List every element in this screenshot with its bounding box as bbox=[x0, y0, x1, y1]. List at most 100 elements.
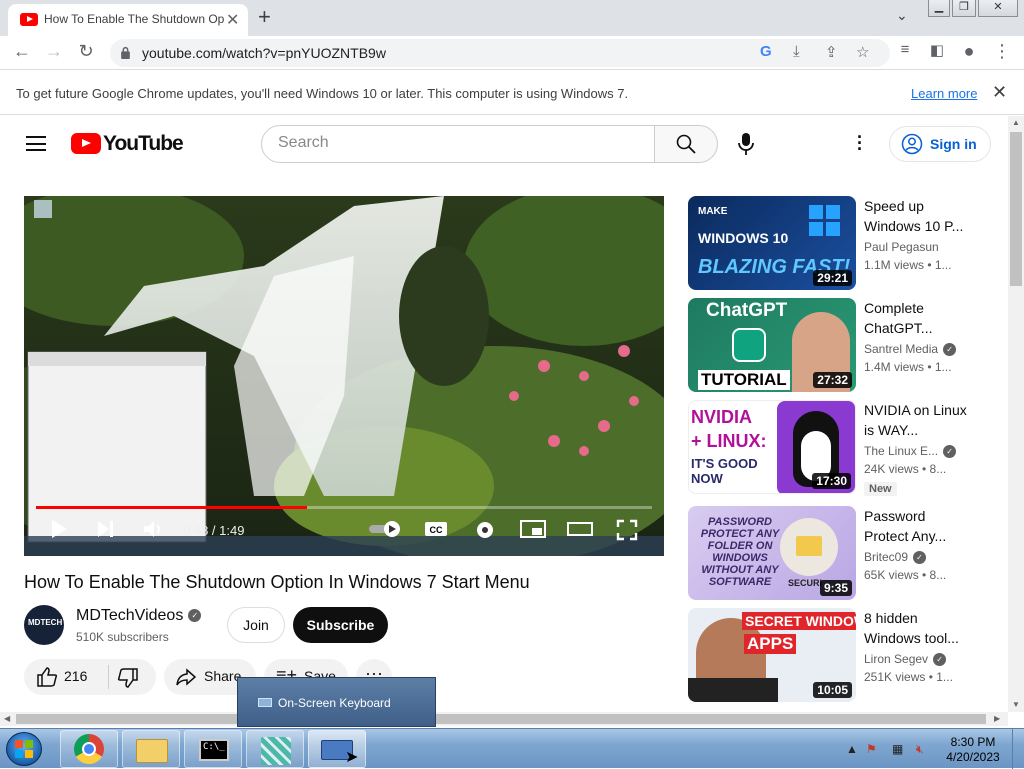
system-clock[interactable]: 8:30 PM 4/20/2023 bbox=[942, 735, 1004, 765]
reload-icon[interactable]: ↻ bbox=[74, 41, 98, 62]
recommended-channel[interactable]: The Linux E... ✓ bbox=[864, 444, 957, 459]
recommended-channel[interactable]: Britec09 ✓ bbox=[864, 550, 927, 565]
scroll-right-arrow-icon[interactable]: ▶ bbox=[994, 714, 1000, 723]
video-thumbnail[interactable]: MAKE WINDOWS 10 BLAZING FAST! 29:21 bbox=[688, 196, 856, 290]
duration-badge: 17:30 bbox=[812, 473, 851, 489]
video-thumbnail[interactable]: NVIDIA + LINUX: IT'S GOOD NOW 17:30 bbox=[688, 400, 856, 494]
osk-label: On-Screen Keyboard bbox=[278, 696, 391, 710]
duration-badge: 9:35 bbox=[819, 580, 852, 596]
recommended-title[interactable]: Complete ChatGPT... bbox=[864, 298, 968, 338]
tab-search-chevron-icon[interactable]: ⌄ bbox=[896, 7, 908, 24]
recommended-title[interactable]: Speed up Windows 10 P... bbox=[864, 196, 968, 236]
settings-kebab-icon[interactable]: · · · bbox=[853, 128, 867, 158]
recommended-video[interactable]: SECRET WINDOWS APPS 10:05 8 hidden Windo… bbox=[688, 608, 998, 702]
vertical-scrollbar[interactable]: ▲ ▼ bbox=[1008, 116, 1024, 712]
video-thumbnail[interactable]: PASSWORD PROTECT ANY FOLDER ON WINDOWS W… bbox=[688, 506, 856, 600]
duration-badge: 10:05 bbox=[813, 682, 852, 698]
recommended-title[interactable]: NVIDIA on Linux is WAY... bbox=[864, 400, 968, 440]
restore-window-button[interactable]: ❐ bbox=[952, 0, 976, 17]
horizontal-scrollbar[interactable]: ◀ ▶ bbox=[0, 712, 1008, 726]
progress-bar[interactable] bbox=[36, 506, 652, 509]
side-panel-icon[interactable]: ◧ bbox=[925, 41, 949, 59]
search-input[interactable] bbox=[278, 134, 638, 152]
show-desktop-button[interactable] bbox=[1012, 729, 1024, 769]
install-app-icon[interactable]: ⤓ bbox=[793, 43, 800, 60]
subscribe-button[interactable]: Subscribe bbox=[293, 607, 388, 643]
theater-mode-icon[interactable] bbox=[567, 519, 593, 539]
play-icon[interactable] bbox=[50, 519, 68, 539]
recommended-meta: 65K views • 8... bbox=[864, 568, 947, 582]
hamburger-menu-icon[interactable] bbox=[26, 136, 46, 151]
dislike-icon[interactable] bbox=[117, 667, 139, 689]
tab-close-icon[interactable]: ✕ bbox=[226, 10, 239, 30]
recommended-video[interactable]: NVIDIA + LINUX: IT'S GOOD NOW 17:30 NVID… bbox=[688, 400, 998, 496]
next-video-icon[interactable] bbox=[96, 519, 116, 539]
join-button[interactable]: Join bbox=[227, 607, 285, 643]
action-center-flag-icon[interactable]: ⚑ bbox=[866, 742, 877, 756]
search-button[interactable] bbox=[654, 125, 718, 163]
media-controls-icon[interactable]: ≡ bbox=[893, 41, 917, 58]
recommended-channel[interactable]: Santrel Media ✓ bbox=[864, 342, 957, 357]
scroll-left-arrow-icon[interactable]: ◀ bbox=[4, 714, 10, 723]
share-arrow-icon bbox=[176, 668, 197, 686]
volume-muted-icon[interactable]: 🔇︎ bbox=[916, 742, 924, 757]
minimize-window-button[interactable]: ▁ bbox=[928, 0, 950, 17]
sign-in-button[interactable]: Sign in bbox=[889, 126, 991, 162]
channel-avatar[interactable]: MDTECH bbox=[24, 605, 64, 645]
scroll-down-arrow-icon[interactable]: ▼ bbox=[1012, 700, 1020, 709]
video-title: How To Enable The Shutdown Option In Win… bbox=[24, 572, 530, 592]
vertical-scroll-thumb[interactable] bbox=[1010, 132, 1022, 286]
thumbnail-text: ChatGPT bbox=[706, 300, 788, 321]
microphone-icon[interactable] bbox=[735, 132, 757, 156]
recommended-channel[interactable]: Paul Pegasun bbox=[864, 240, 939, 254]
video-thumbnail[interactable]: SECRET WINDOWS APPS 10:05 bbox=[688, 608, 856, 702]
recommended-channel[interactable]: Liron Segev ✓ bbox=[864, 652, 947, 667]
youtube-logo-icon[interactable] bbox=[71, 133, 101, 154]
miniplayer-icon[interactable] bbox=[520, 519, 546, 539]
autoplay-toggle-icon[interactable] bbox=[368, 519, 402, 539]
start-button[interactable] bbox=[6, 732, 42, 766]
video-player[interactable]: 0:48 / 1:49 CC bbox=[24, 196, 664, 556]
scroll-up-arrow-icon[interactable]: ▲ bbox=[1012, 118, 1020, 127]
settings-gear-icon[interactable] bbox=[474, 519, 496, 541]
chrome-menu-icon[interactable]: ⋮ bbox=[990, 41, 1014, 62]
lock-icon bbox=[121, 46, 130, 59]
recommended-video[interactable]: PASSWORD PROTECT ANY FOLDER ON WINDOWS W… bbox=[688, 506, 998, 600]
network-icon[interactable]: ▦ bbox=[892, 742, 903, 756]
youtube-logo-text[interactable]: YouTube bbox=[103, 132, 184, 156]
back-icon[interactable]: ← bbox=[10, 41, 34, 62]
forward-icon[interactable]: → bbox=[42, 41, 66, 62]
on-screen-keyboard-thumbnail[interactable]: On-Screen Keyboard bbox=[237, 677, 436, 727]
horizontal-scroll-thumb[interactable] bbox=[16, 714, 986, 724]
fullscreen-icon[interactable] bbox=[616, 519, 638, 541]
learn-more-link[interactable]: Learn more bbox=[911, 86, 977, 101]
share-icon[interactable]: ⇪ bbox=[825, 43, 838, 61]
recommended-title[interactable]: 8 hidden Windows tool... bbox=[864, 608, 968, 648]
presenter-shirt bbox=[688, 678, 778, 702]
sign-in-label: Sign in bbox=[930, 136, 977, 152]
avatar-text: MDTECH bbox=[28, 618, 63, 627]
recommended-video[interactable]: ChatGPT TUTORIAL 27:32 Complete ChatGPT.… bbox=[688, 298, 998, 392]
channel-name[interactable]: MDTechVideos ✓ bbox=[76, 607, 202, 625]
taskbar-command-prompt[interactable]: C:\_ bbox=[184, 730, 242, 768]
recommended-title[interactable]: Password Protect Any... bbox=[864, 506, 968, 546]
bookmark-star-icon[interactable]: ☆ bbox=[856, 43, 869, 61]
taskbar-on-screen-keyboard[interactable]: ➤ bbox=[308, 730, 366, 768]
taskbar-remote-app[interactable] bbox=[246, 730, 304, 768]
captions-icon[interactable]: CC bbox=[424, 519, 448, 539]
address-bar[interactable]: youtube.com/watch?v=pnYUOZNTB9w G ⤓ ⇪ ☆ bbox=[110, 39, 890, 67]
profile-icon[interactable]: ● bbox=[957, 41, 981, 62]
show-hidden-icons-icon[interactable]: ▲ bbox=[846, 742, 858, 756]
volume-icon[interactable] bbox=[142, 519, 164, 539]
taskbar-explorer[interactable] bbox=[122, 730, 180, 768]
recommended-video[interactable]: MAKE WINDOWS 10 BLAZING FAST! 29:21 Spee… bbox=[688, 196, 998, 290]
infobar-close-icon[interactable]: ✕ bbox=[992, 82, 1007, 103]
close-window-button[interactable]: ✕ bbox=[978, 0, 1018, 17]
new-tab-icon[interactable]: + bbox=[258, 4, 271, 30]
google-lens-icon[interactable]: G bbox=[760, 43, 772, 60]
video-thumbnail[interactable]: ChatGPT TUTORIAL 27:32 bbox=[688, 298, 856, 392]
recommended-meta: 1.4M views • 1... bbox=[864, 360, 952, 374]
browser-tab[interactable]: How To Enable The Shutdown Op ✕ bbox=[8, 4, 248, 36]
like-icon[interactable] bbox=[36, 666, 58, 688]
taskbar-chrome[interactable] bbox=[60, 730, 118, 768]
